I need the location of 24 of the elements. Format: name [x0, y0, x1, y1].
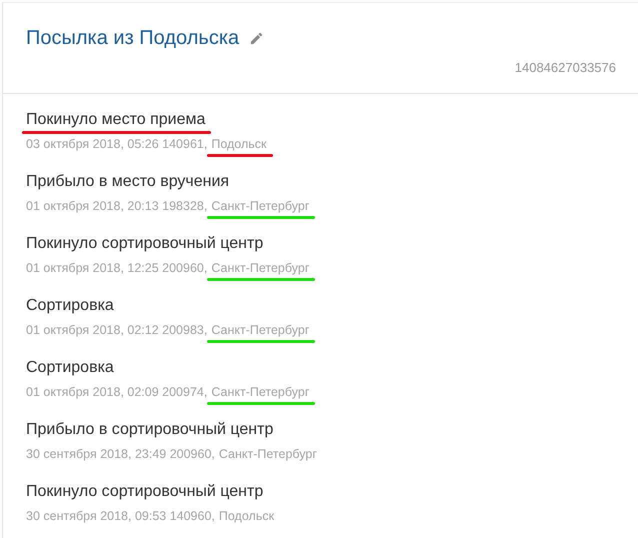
event-city: Подольск	[218, 509, 274, 523]
event-details: 01 октября 2018, 02:12 200983,	[26, 322, 208, 339]
event-status: Сортировка	[26, 358, 114, 378]
event-city: Санкт-Петербург	[211, 261, 310, 275]
event-city: Подольск	[211, 137, 267, 151]
event-status: Покинуло место приема	[26, 110, 206, 130]
event-city: Санкт-Петербург	[211, 199, 310, 213]
tracking-number: 14084627033576	[514, 60, 616, 75]
event-details: 30 сентября 2018, 23:49 200960,	[26, 446, 215, 463]
event-status: Прибыло в место вручения	[26, 172, 230, 192]
event-city: Санкт-Петербург	[218, 447, 317, 461]
edit-icon[interactable]	[249, 31, 264, 46]
event-details: 01 октября 2018, 12:25 200960,	[26, 260, 208, 277]
event-details: 01 октября 2018, 20:13 198328,	[26, 198, 208, 215]
event-details: 30 сентября 2018, 09:53 140960,	[26, 508, 215, 525]
event-status: Покинуло сортировочный центр	[26, 482, 264, 502]
event-city: Санкт-Петербург	[211, 385, 310, 399]
parcel-title: Посылка из Подольска	[26, 27, 240, 50]
event-details: 01 октября 2018, 02:09 200974,	[26, 384, 208, 401]
event-status: Сортировка	[26, 296, 114, 316]
event-city: Санкт-Петербург	[211, 323, 310, 337]
event-status: Покинуло сортировочный центр	[26, 234, 264, 254]
event-details: 03 октября 2018, 05:26 140961,	[26, 136, 208, 153]
event-status: Прибыло в сортировочный центр	[26, 420, 274, 440]
